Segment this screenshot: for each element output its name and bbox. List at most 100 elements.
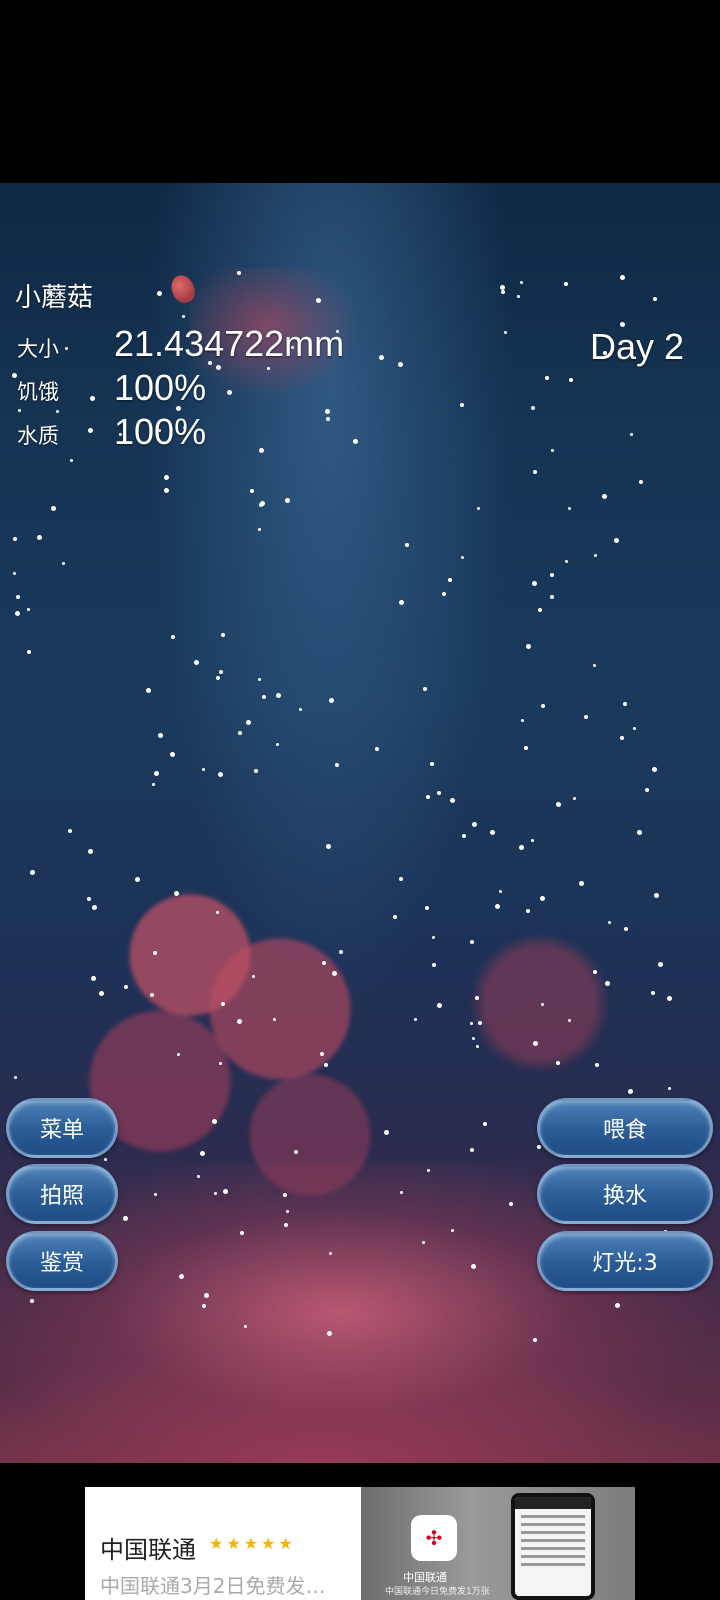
particle bbox=[472, 1037, 475, 1040]
particle bbox=[628, 1089, 633, 1094]
particle bbox=[620, 275, 625, 280]
particle bbox=[170, 752, 175, 757]
particle bbox=[15, 611, 20, 616]
particle bbox=[602, 494, 607, 499]
particle bbox=[472, 822, 477, 827]
day-counter: Day 2 bbox=[589, 326, 684, 367]
particle bbox=[259, 503, 263, 507]
aquarium-scene[interactable]: 小蘑菇 大小 21.434722mm 饥饿 100% 水质 100% Day 2… bbox=[0, 183, 720, 1463]
particle bbox=[432, 936, 435, 939]
particle bbox=[164, 475, 169, 480]
particle bbox=[624, 927, 628, 931]
particle bbox=[174, 891, 179, 896]
particle bbox=[276, 693, 281, 698]
particle bbox=[430, 762, 434, 766]
particle bbox=[13, 537, 17, 541]
particle bbox=[13, 572, 16, 575]
particle bbox=[154, 771, 159, 776]
particle bbox=[533, 1041, 538, 1046]
light-button[interactable]: 灯光:3 bbox=[537, 1231, 713, 1291]
particle bbox=[399, 877, 403, 881]
particle bbox=[237, 1019, 242, 1024]
particle bbox=[470, 940, 474, 944]
particle bbox=[533, 1338, 537, 1342]
top-black-bar bbox=[0, 0, 720, 183]
particle bbox=[623, 702, 627, 706]
feed-button[interactable]: 喂食 bbox=[537, 1098, 713, 1158]
particle bbox=[605, 981, 610, 986]
particle bbox=[651, 991, 655, 995]
particle bbox=[56, 410, 59, 413]
particle bbox=[639, 480, 643, 484]
particle bbox=[425, 906, 429, 910]
water-quality-value: 100% bbox=[114, 411, 207, 452]
particle bbox=[197, 1175, 200, 1178]
particle bbox=[541, 704, 545, 708]
particle bbox=[244, 1325, 247, 1328]
particle bbox=[262, 695, 266, 699]
particle bbox=[286, 1210, 289, 1213]
particle bbox=[204, 1293, 209, 1298]
ad-banner-area: 中国联通 ★★★★★ 中国联通3月2日免费发… ✣ 中国联通 中国联通今日免费发… bbox=[0, 1463, 720, 1600]
particle bbox=[531, 406, 535, 410]
particle bbox=[51, 506, 56, 511]
particle bbox=[324, 1063, 328, 1067]
particle bbox=[158, 733, 163, 738]
gallery-button[interactable]: 鉴赏 bbox=[6, 1231, 118, 1291]
ad-phone-screen bbox=[515, 1497, 591, 1596]
particle bbox=[153, 951, 157, 955]
particle bbox=[124, 985, 128, 989]
particle bbox=[273, 1018, 276, 1021]
particle bbox=[532, 581, 537, 586]
particle bbox=[177, 1053, 180, 1056]
particle bbox=[520, 281, 523, 284]
particle bbox=[194, 660, 199, 665]
particle bbox=[637, 830, 642, 835]
particle bbox=[329, 1252, 332, 1255]
ad-text-panel[interactable]: 中国联通 ★★★★★ 中国联通3月2日免费发… bbox=[85, 1487, 361, 1600]
ad-app-name: 中国联通 bbox=[403, 1571, 447, 1584]
particle bbox=[451, 1229, 454, 1232]
particle bbox=[426, 795, 430, 799]
particle bbox=[442, 592, 446, 596]
menu-button[interactable]: 菜单 bbox=[6, 1098, 118, 1158]
ad-image-panel[interactable]: ✣ 中国联通 中国联通今日免费发1万张 bbox=[361, 1487, 635, 1600]
particle bbox=[654, 893, 659, 898]
particle bbox=[92, 905, 97, 910]
particle bbox=[150, 993, 154, 997]
particle bbox=[652, 767, 657, 772]
particle bbox=[62, 562, 65, 565]
particle bbox=[284, 1223, 288, 1227]
particle bbox=[437, 1003, 442, 1008]
particle bbox=[219, 670, 223, 674]
particle bbox=[476, 1045, 479, 1048]
particle bbox=[202, 768, 205, 771]
particle bbox=[223, 1189, 228, 1194]
hunger-value: 100% bbox=[114, 367, 207, 408]
ad-banner[interactable]: 中国联通 ★★★★★ 中国联通3月2日免费发… ✣ 中国联通 中国联通今日免费发… bbox=[85, 1487, 635, 1600]
particle bbox=[37, 535, 42, 540]
particle bbox=[533, 470, 537, 474]
particle bbox=[212, 1119, 217, 1124]
particle bbox=[630, 433, 633, 436]
particle bbox=[475, 996, 479, 1000]
coral-right bbox=[470, 928, 610, 1078]
particle bbox=[565, 560, 568, 563]
particle bbox=[483, 1122, 487, 1126]
particle bbox=[218, 772, 223, 777]
particle bbox=[422, 1241, 425, 1244]
particle bbox=[276, 743, 279, 746]
particle bbox=[339, 950, 343, 954]
particle bbox=[237, 271, 241, 275]
change-water-button[interactable]: 换水 bbox=[537, 1164, 713, 1224]
particle bbox=[517, 295, 520, 298]
particle bbox=[437, 791, 441, 795]
particle bbox=[470, 1148, 474, 1152]
particle bbox=[221, 1002, 225, 1006]
particle bbox=[608, 921, 611, 924]
particle bbox=[238, 731, 242, 735]
particle bbox=[294, 1150, 298, 1154]
photo-button[interactable]: 拍照 bbox=[6, 1164, 118, 1224]
particle bbox=[504, 331, 507, 334]
particle bbox=[216, 676, 220, 680]
